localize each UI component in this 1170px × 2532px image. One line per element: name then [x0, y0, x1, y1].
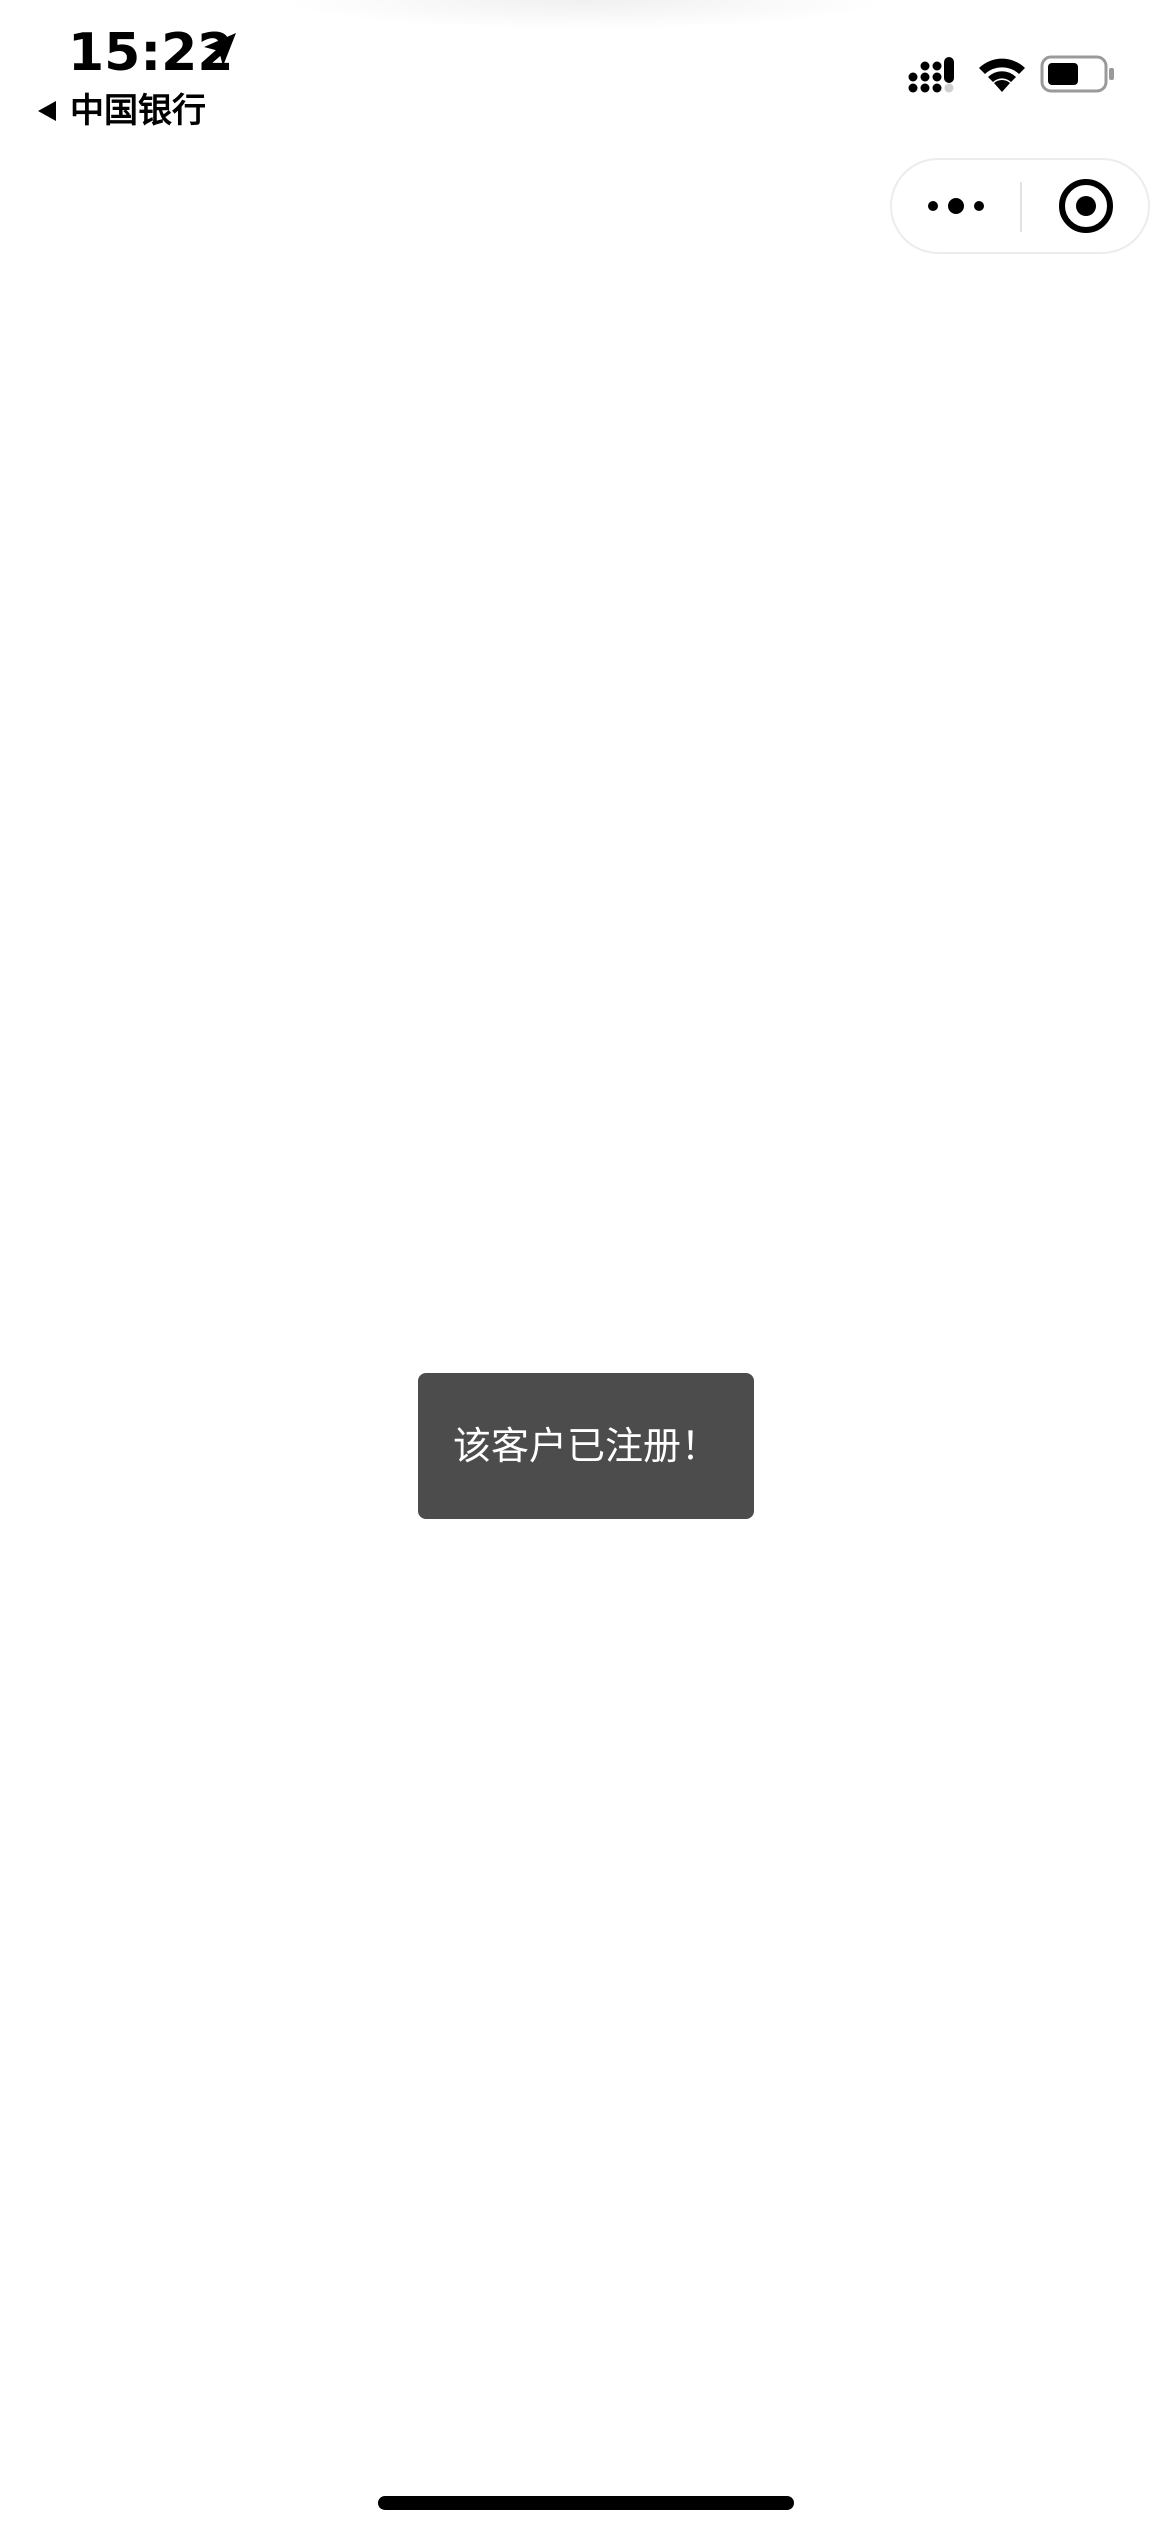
toast-message: 该客户已注册！: [418, 1373, 754, 1519]
cellular-signal-icon: [908, 57, 954, 93]
menu-capsule: [890, 158, 1150, 254]
back-triangle-icon: [38, 101, 56, 121]
toast-text: 该客户已注册！: [452, 1424, 719, 1468]
more-dots-icon: [928, 198, 984, 214]
back-to-app-link[interactable]: 中国银行: [36, 88, 206, 134]
battery-icon: [1040, 55, 1114, 93]
close-target-icon: [1059, 179, 1113, 233]
home-indicator[interactable]: [378, 2496, 794, 2510]
location-arrow-icon: [204, 33, 236, 66]
more-button[interactable]: [892, 160, 1020, 252]
close-button[interactable]: [1022, 160, 1150, 252]
wifi-icon: [979, 58, 1025, 92]
back-app-label: 中国银行: [70, 91, 206, 131]
top-shadow: [280, 0, 890, 30]
